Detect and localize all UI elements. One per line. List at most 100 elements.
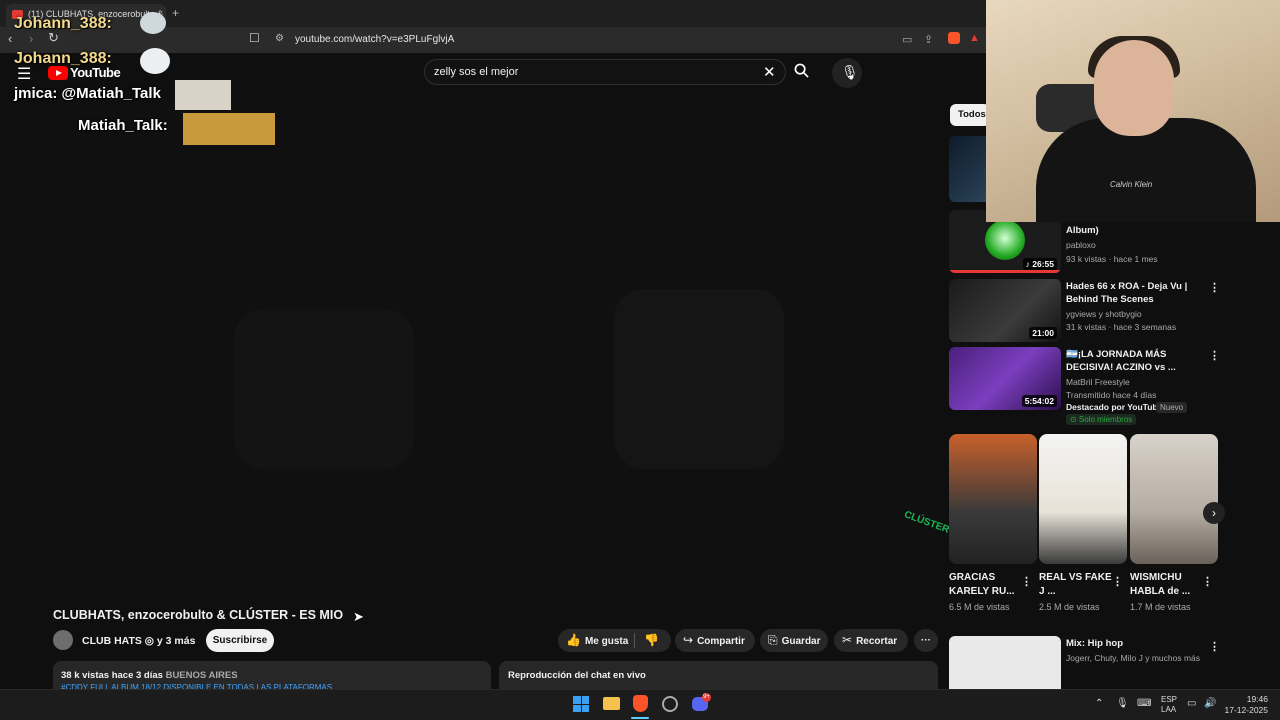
clock-time[interactable]: 19:46 (1220, 694, 1268, 704)
notification-badge: 9+ (702, 693, 711, 702)
sidebar-video-meta: 93 k vistas · hace 1 mes (1066, 254, 1158, 264)
short-views: 1.7 M de vistas (1130, 602, 1191, 612)
forward-arrow-icon[interactable]: › (29, 31, 33, 46)
microphone-tray-icon[interactable]: 🎙 (1116, 698, 1129, 709)
video-player[interactable] (54, 99, 938, 596)
sidebar-video-meta: 31 k vistas · hace 3 semanas (1066, 322, 1177, 332)
mouse-cursor-icon: ➤ (353, 609, 364, 624)
divider (634, 633, 635, 648)
mix-title[interactable]: Mix: Hip hop (1066, 638, 1123, 649)
shorts-next-arrow-icon[interactable]: › (1203, 502, 1225, 524)
short-thumbnail[interactable] (1130, 434, 1218, 564)
network-icon[interactable]: ▭ (1187, 698, 1196, 709)
sidebar-video-channel[interactable]: MatBril Freestyle (1066, 377, 1130, 387)
install-app-icon[interactable]: ▭ (902, 33, 912, 46)
featured-badge: Destacado por YouTube (1066, 402, 1163, 412)
share-button[interactable]: ↪ Compartir (675, 629, 755, 652)
chat-overlay-line: jmica: @Matiah_Talk (14, 85, 161, 102)
sidebar-video-channel[interactable]: pabloxo (1066, 240, 1096, 250)
more-options-icon[interactable]: ⋮ (1202, 575, 1213, 588)
tray-chevron-icon[interactable]: ⌃ (1095, 698, 1103, 709)
input-layout[interactable]: LAA (1161, 705, 1176, 714)
short-title[interactable]: WISMICHU HABLA de ... (1130, 571, 1205, 599)
short-views: 6.5 M de vistas (949, 602, 1010, 612)
chat-emote-icon (140, 12, 166, 34)
bookmark-icon[interactable]: ☐ (249, 31, 260, 45)
like-dislike-group[interactable]: 👍 Me gusta 👎 (558, 629, 671, 652)
sidebar-video-title[interactable]: Hades 66 x ROA - Deja Vu | Behind The Sc… (1066, 280, 1206, 306)
channel-name[interactable]: CLUB HATS ◎ y 3 más (82, 635, 195, 647)
chat-overlay-line: Johann_388: (14, 15, 112, 32)
members-only-badge: ⊙ Solo miembros (1066, 414, 1137, 425)
video-frame-shape (614, 289, 784, 469)
brave-rewards-icon[interactable]: ▲ (969, 32, 980, 44)
video-thumbnail[interactable]: 21:00 (949, 279, 1061, 342)
subscribe-button[interactable]: Suscribirse (206, 629, 274, 652)
chat-emote-icon (183, 113, 275, 145)
search-input[interactable]: zelly sos el mejor (434, 66, 518, 78)
sidebar-video-channel[interactable]: ygviews y shotbygio (1066, 309, 1142, 319)
channel-avatar[interactable] (53, 630, 73, 650)
more-options-icon[interactable]: ⋮ (1021, 575, 1032, 588)
windows-start-icon[interactable] (573, 696, 589, 712)
thumbs-down-icon[interactable]: 👎 (644, 629, 659, 652)
streamer-face (1094, 40, 1174, 136)
microphone-icon: 🎙 (841, 64, 859, 80)
share-icon: ↪ (683, 633, 694, 647)
file-explorer-icon[interactable] (603, 697, 620, 710)
app-icon[interactable] (662, 696, 678, 712)
more-options-icon[interactable]: ⋮ (1209, 640, 1220, 653)
sidebar-video-title[interactable]: 🇦🇷¡LA JORNADA MÁS DECISIVA! ACZINO vs ..… (1066, 348, 1206, 374)
clear-search-icon[interactable]: ✕ (763, 63, 776, 81)
share-page-icon[interactable]: ⇪ (924, 33, 933, 46)
like-button-label: Me gusta (584, 636, 629, 647)
new-badge: Nuevo (1156, 402, 1188, 413)
site-info-icon[interactable]: ⚙ (275, 33, 284, 44)
short-title[interactable]: GRACIAS KARELY RU... (949, 571, 1024, 599)
short-thumbnail[interactable] (1039, 434, 1127, 564)
bookmark-save-icon: ⎘ (768, 633, 778, 647)
duration-badge: 21:00 (1029, 327, 1057, 339)
video-thumbnail[interactable]: 5:54:02 (949, 347, 1061, 410)
chat-overlay-line: Johann_388: (14, 50, 112, 67)
sidebar-video-title[interactable]: Album) (1066, 224, 1206, 237)
chat-emote-icon (175, 80, 231, 110)
more-actions-button[interactable]: ··· (914, 629, 938, 652)
short-thumbnail[interactable] (949, 434, 1037, 564)
brave-shield-icon[interactable] (948, 32, 960, 44)
more-options-icon[interactable]: ⋮ (1112, 575, 1123, 588)
url-field[interactable]: youtube.com/watch?v=e3PLuFglvjA (295, 34, 454, 45)
share-button-label: Compartir (697, 636, 745, 647)
watch-progress-bar (949, 270, 1061, 273)
search-icon[interactable] (794, 63, 809, 78)
clock-date[interactable]: 17-12-2025 (1220, 705, 1268, 715)
youtube-logo-icon[interactable] (48, 66, 68, 80)
more-options-icon[interactable]: ⋮ (1209, 349, 1220, 362)
video-meta: 38 k vistas hace 3 días BUENOS AIRES (61, 670, 238, 681)
clip-button-label: Recortar (856, 636, 898, 647)
volume-icon[interactable]: 🔊 (1204, 698, 1216, 709)
mix-thumbnail[interactable] (949, 636, 1061, 689)
short-title[interactable]: REAL VS FAKE J ... (1039, 571, 1114, 599)
input-language[interactable]: ESP (1161, 695, 1177, 704)
xbox-logo-icon (985, 220, 1025, 260)
voice-search-button[interactable]: 🎙 (832, 58, 862, 88)
back-arrow-icon[interactable]: ‹ (8, 31, 12, 46)
clip-button[interactable]: ✂ Recortar (834, 629, 908, 652)
scissors-icon: ✂ (842, 633, 853, 647)
sidebar-video-meta: Transmitido hace 4 días (1066, 390, 1157, 400)
duration-badge: ♪ 26:55 (1022, 258, 1057, 270)
filter-chip-all[interactable]: Todos (950, 104, 990, 126)
new-tab-button[interactable]: + (172, 6, 179, 20)
video-frame-shape (234, 309, 414, 469)
save-button[interactable]: ⎘ Guardar (760, 629, 828, 652)
chat-replay-label: Reproducción del chat en vivo (508, 670, 646, 681)
mix-meta: Jogerr, Chuty, Milo J y muchos más (1066, 653, 1200, 663)
brave-browser-icon[interactable] (633, 695, 648, 712)
active-app-indicator (631, 717, 649, 719)
duration-badge: 5:54:02 (1021, 395, 1057, 407)
keyboard-tray-icon[interactable]: ⌨ (1137, 698, 1151, 709)
more-options-icon[interactable]: ⋮ (1209, 281, 1220, 294)
shirt-logo-text: Calvin Klein (1110, 180, 1153, 189)
chat-emote-icon (140, 48, 170, 74)
